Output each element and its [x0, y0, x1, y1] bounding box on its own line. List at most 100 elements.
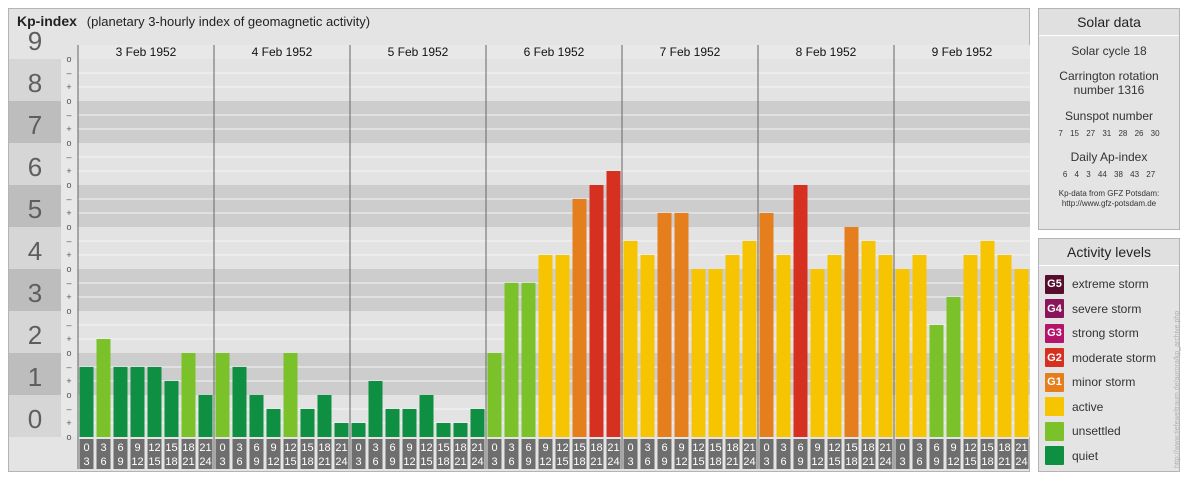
hour-label-end: 9	[389, 456, 395, 468]
carrington-rotation-line2: number 1316	[1073, 83, 1145, 97]
activity-level-swatch: G2	[1045, 348, 1064, 367]
activity-level-swatch	[1045, 421, 1064, 441]
hour-label-end: 9	[525, 456, 531, 468]
kp-bar	[742, 240, 757, 437]
hour-label-end: 24	[199, 456, 211, 468]
hour-label-start: 12	[556, 442, 568, 454]
sublevel-marker: –	[66, 152, 71, 162]
hour-label-start: 15	[437, 442, 449, 454]
hour-label-end: 18	[165, 456, 177, 468]
hour-label-end: 6	[236, 456, 242, 468]
sublevel-marker: +	[66, 334, 71, 344]
hour-label-start: 3	[644, 442, 650, 454]
kp-bar	[334, 423, 349, 437]
kp-bar	[623, 240, 638, 437]
y-tick-label: 0	[28, 404, 42, 434]
hour-label-start: 12	[692, 442, 704, 454]
activity-level-swatch: G5	[1045, 274, 1064, 294]
activity-level-swatch: G1	[1045, 372, 1064, 392]
kp-bar	[555, 255, 570, 437]
kp-bar	[283, 353, 298, 437]
y-tick-label: 3	[28, 278, 42, 308]
sublevel-marker: o	[66, 264, 71, 274]
hour-label-start: 3	[780, 442, 786, 454]
hour-label-end: 21	[182, 456, 194, 468]
hour-label-start: 18	[998, 442, 1010, 454]
kp-bar	[725, 255, 740, 437]
hour-label-start: 18	[862, 442, 874, 454]
hour-label-end: 12	[403, 456, 415, 468]
kp-bar	[487, 353, 502, 437]
kp-bar	[538, 255, 553, 437]
sublevel-marker: +	[66, 82, 71, 92]
hour-label-start: 9	[542, 442, 548, 454]
hour-label-start: 6	[797, 442, 803, 454]
activity-level-label: quiet	[1072, 448, 1099, 463]
hour-label-end: 24	[607, 456, 619, 468]
kp-bar	[351, 423, 366, 437]
hour-label-end: 3	[899, 456, 905, 468]
sunspot-values: 7 15 27 31 28 26 30	[1058, 129, 1160, 138]
sublevel-marker: +	[66, 250, 71, 260]
kp-bar	[453, 423, 468, 437]
hour-label-end: 6	[644, 456, 650, 468]
hour-label-end: 12	[539, 456, 551, 468]
kp-chart-panel: Kp-index (planetary 3-hourly index of ge…	[8, 8, 1030, 472]
y-tick-label: 6	[28, 152, 42, 182]
sublevel-marker: –	[66, 68, 71, 78]
sublevel-marker: +	[66, 166, 71, 176]
kp-bar	[895, 269, 910, 437]
y-tick-label: 2	[28, 320, 42, 350]
kp-bar	[79, 366, 94, 437]
sublevel-marker: o	[66, 390, 71, 400]
kp-bar	[606, 171, 621, 437]
hour-label-end: 9	[797, 456, 803, 468]
hour-label-start: 9	[814, 442, 820, 454]
hour-label-start: 6	[253, 442, 259, 454]
hour-label-start: 21	[879, 442, 891, 454]
hour-label-end: 15	[284, 456, 296, 468]
activity-level-item: G3 strong storm	[1045, 323, 1139, 343]
hour-label-start: 0	[627, 442, 633, 454]
kp-bar	[164, 381, 179, 437]
hour-label-end: 21	[590, 456, 602, 468]
kp-bar	[198, 395, 213, 437]
sublevel-marker: o	[66, 222, 71, 232]
hour-label-start: 21	[607, 442, 619, 454]
activity-level-label: unsettled	[1072, 424, 1121, 438]
sublevel-marker: o	[66, 432, 71, 442]
hour-label-end: 15	[692, 456, 704, 468]
hour-label-end: 15	[420, 456, 432, 468]
activity-levels-panel: Activity levels G5 extreme storm G4 severe …	[1038, 238, 1180, 472]
hour-label-start: 6	[525, 442, 531, 454]
day-label: 7 Feb 1952	[660, 45, 721, 59]
hour-label-start: 12	[964, 442, 976, 454]
hour-label-start: 3	[372, 442, 378, 454]
hour-label-end: 15	[828, 456, 840, 468]
hour-label-end: 18	[709, 456, 721, 468]
hour-label-end: 12	[675, 456, 687, 468]
kp-bar	[810, 269, 825, 437]
hour-label-start: 3	[508, 442, 514, 454]
activity-level-label: active	[1072, 399, 1104, 414]
day-label: 3 Feb 1952	[116, 45, 177, 59]
day-label: 6 Feb 1952	[524, 45, 585, 59]
kp-bar	[844, 227, 859, 437]
kp-bar	[963, 255, 978, 437]
kp-bar	[980, 240, 995, 437]
hour-label-start: 9	[950, 442, 956, 454]
hour-label-end: 3	[627, 456, 633, 468]
sublevel-marker: +	[66, 376, 71, 386]
hour-label-start: 12	[148, 442, 160, 454]
kp-bar	[691, 269, 706, 437]
hour-label-end: 18	[981, 456, 993, 468]
hour-label-start: 12	[828, 442, 840, 454]
kp-bar	[130, 366, 145, 437]
sublevel-marker: –	[66, 236, 71, 246]
sublevel-marker: o	[66, 54, 71, 64]
sublevel-marker: o	[66, 138, 71, 148]
hour-label-start: 0	[219, 442, 225, 454]
hour-label-start: 21	[335, 442, 347, 454]
data-source-link[interactable]: http://www.gfz-potsdam.de	[1039, 199, 1179, 209]
hour-label-end: 3	[491, 456, 497, 468]
